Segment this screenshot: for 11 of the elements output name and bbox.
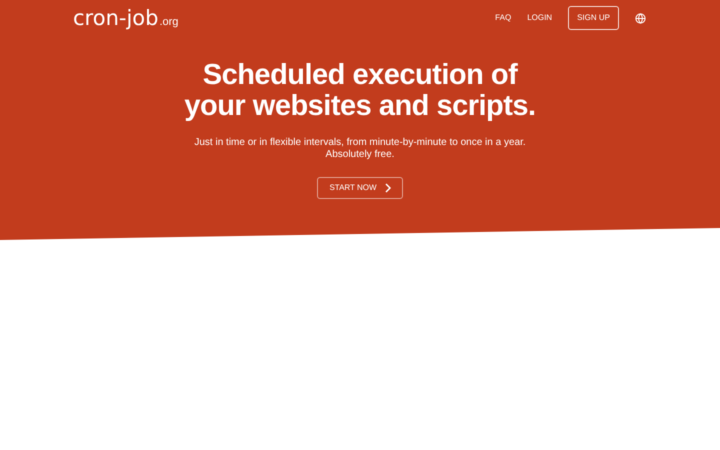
chevron-right-icon — [384, 183, 391, 193]
nav-link[interactable]: LOGIN — [527, 12, 552, 24]
sign-up-button[interactable]: SIGN UP — [568, 6, 619, 30]
hero-title: Scheduled execution of your websites and scripts. — [183, 60, 537, 122]
globe-icon[interactable] — [635, 12, 646, 24]
hero-subtitle: Just in time or in flexible intervals, from minute-by-minute to once in a year. — [194, 137, 526, 149]
nav-link[interactable]: FAQ — [495, 12, 512, 24]
start-now-button[interactable]: START NOW — [317, 177, 403, 199]
hero-subtitle: Absolutely free. — [326, 149, 394, 161]
logo-suffix: .org — [159, 16, 178, 28]
logo-text[interactable]: cron-job — [73, 8, 158, 28]
